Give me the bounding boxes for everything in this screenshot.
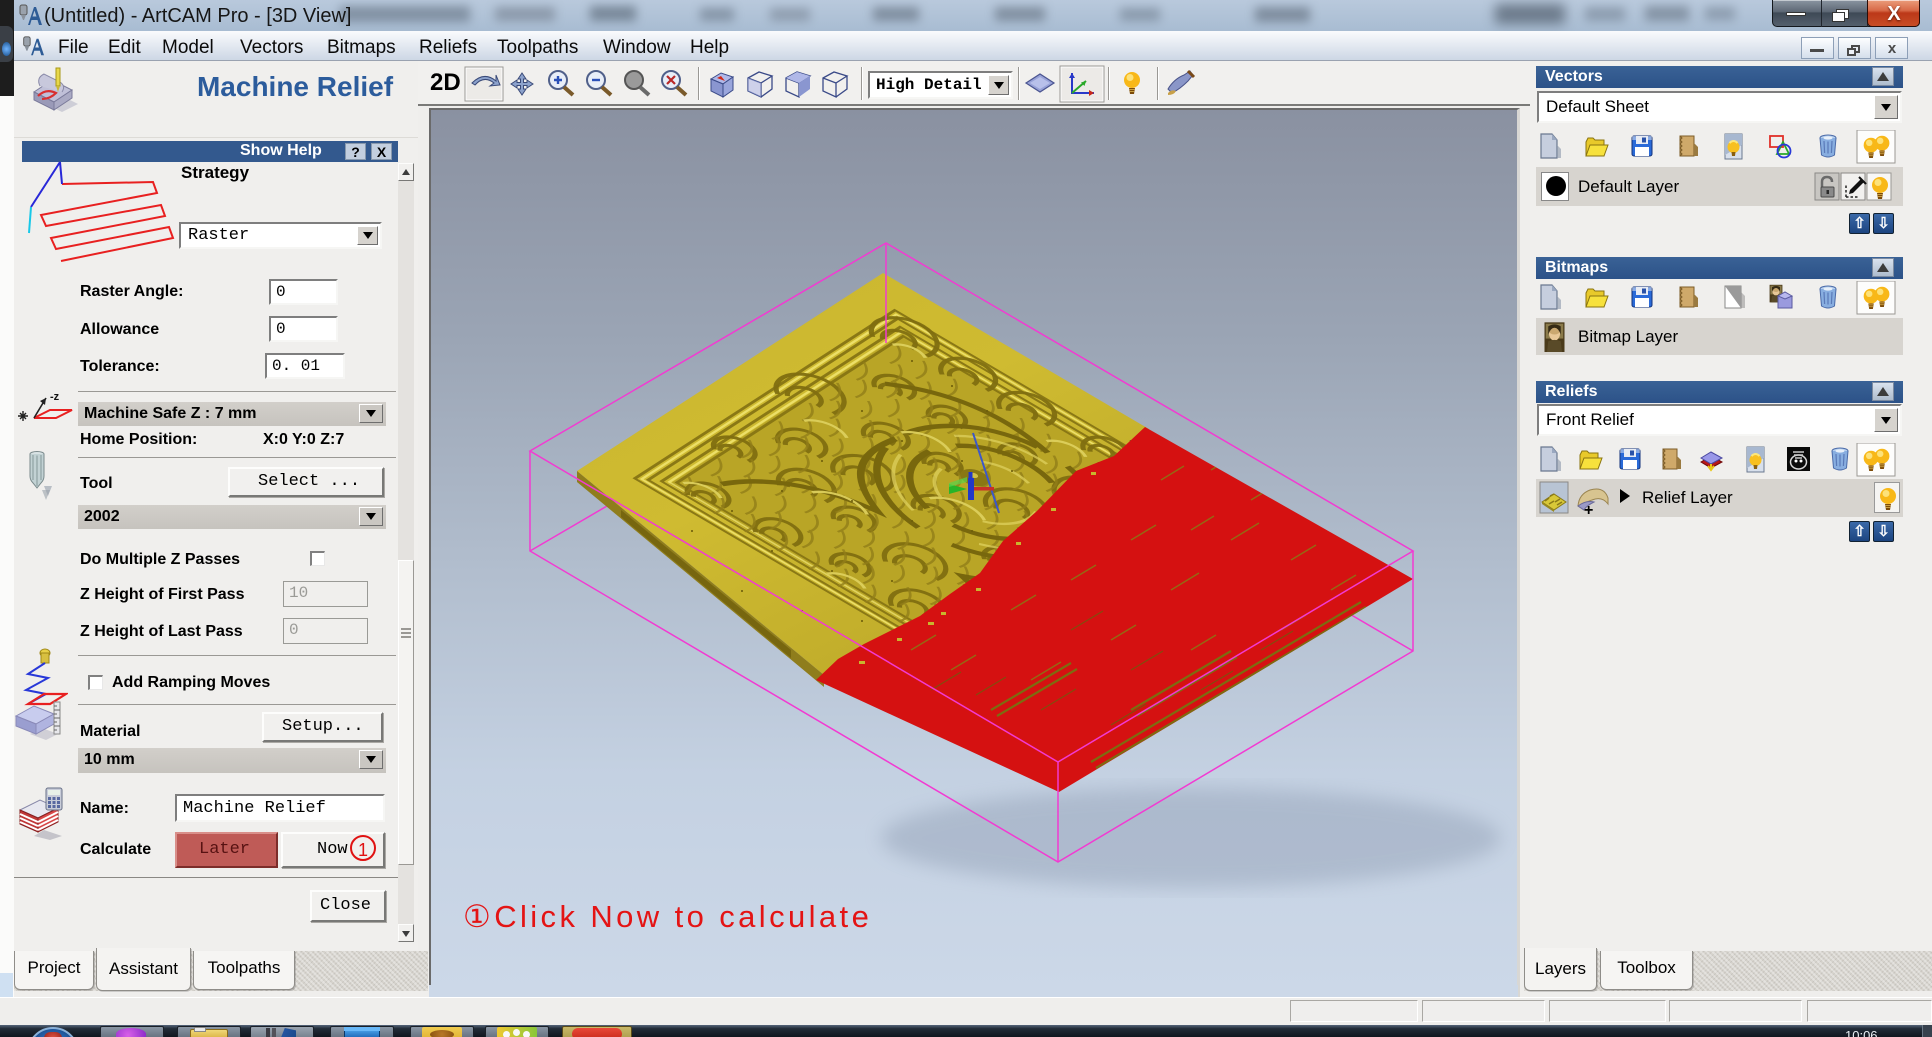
svg-text:+: + <box>1584 502 1593 517</box>
svg-text:-z: -z <box>50 391 60 403</box>
